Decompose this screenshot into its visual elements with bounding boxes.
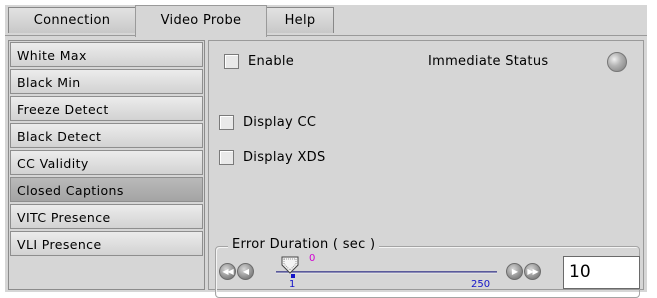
closed-captions-settings: Enable Immediate Status Display CC Displ…	[208, 40, 644, 298]
sidebar-item-white-max[interactable]: White Max	[10, 42, 203, 67]
tab-help[interactable]: Help	[266, 7, 334, 33]
enable-row: Enable	[224, 54, 294, 69]
tab-bar: Connection Video Probe Help	[5, 5, 647, 37]
tab-video-probe[interactable]: Video Probe	[135, 5, 267, 37]
slider-min-label: 1	[289, 279, 296, 290]
sidebar-item-closed-captions[interactable]: Closed Captions	[10, 177, 203, 202]
display-xds-row: Display XDS	[219, 150, 326, 165]
display-cc-row: Display CC	[219, 115, 316, 130]
tab-content: White Max Black Min Freeze Detect Black …	[5, 35, 647, 298]
slider-thumb-value: 0	[309, 253, 316, 264]
sidebar-item-cc-validity[interactable]: CC Validity	[10, 150, 203, 175]
fast-forward-icon[interactable]: ▶▶	[524, 263, 541, 280]
enable-label: Enable	[248, 54, 295, 69]
probe-category-list: White Max Black Min Freeze Detect Black …	[8, 40, 205, 290]
video-probe-panel: Connection Video Probe Help White Max Bl…	[5, 5, 647, 298]
tab-connection[interactable]: Connection	[8, 7, 136, 33]
immediate-status-label: Immediate Status	[428, 54, 549, 69]
sidebar-item-vli-presence[interactable]: VLI Presence	[10, 231, 203, 256]
sidebar-item-vitc-presence[interactable]: VITC Presence	[10, 204, 203, 229]
display-cc-label: Display CC	[243, 115, 317, 130]
error-duration-title: Error Duration ( sec )	[228, 237, 380, 252]
slider-thumb[interactable]	[281, 256, 299, 274]
sidebar-item-black-min[interactable]: Black Min	[10, 69, 203, 94]
display-xds-checkbox[interactable]	[219, 150, 234, 165]
step-back-icon[interactable]: ◀	[237, 263, 254, 280]
display-cc-checkbox[interactable]	[219, 115, 234, 130]
display-xds-label: Display XDS	[243, 150, 326, 165]
rewind-icon[interactable]: ◀◀	[219, 263, 236, 280]
status-led-icon	[607, 52, 627, 72]
slider-marker	[291, 274, 295, 278]
sidebar-item-black-detect[interactable]: Black Detect	[10, 123, 203, 148]
sidebar-item-freeze-detect[interactable]: Freeze Detect	[10, 96, 203, 121]
slider-max-label: 250	[471, 279, 491, 290]
step-forward-icon[interactable]: ▶	[506, 263, 523, 280]
error-duration-input[interactable]: 10	[563, 256, 640, 289]
enable-checkbox[interactable]	[224, 54, 239, 69]
error-duration-group: Error Duration ( sec ) ◀◀ ◀ 0 1 250 ▶ ▶▶	[215, 237, 640, 298]
